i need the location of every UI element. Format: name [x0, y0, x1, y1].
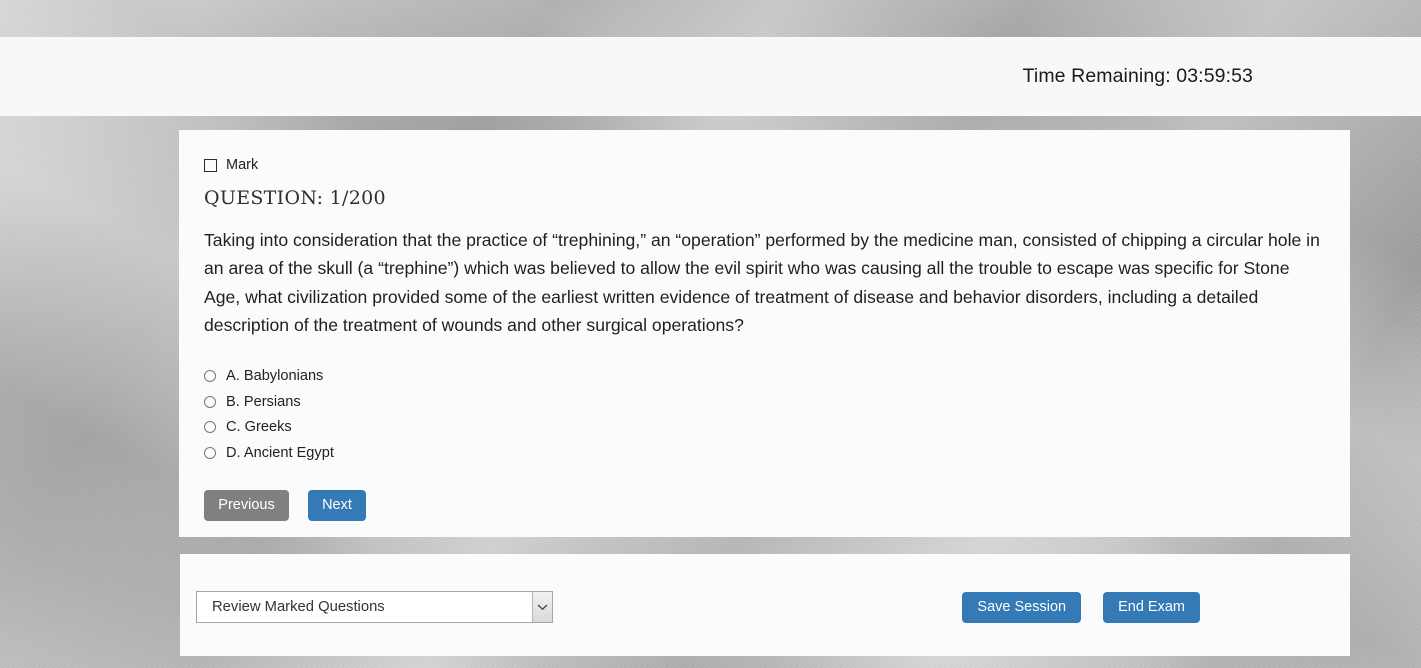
time-remaining-label: Time Remaining: 03:59:53: [1022, 65, 1253, 87]
mark-question-row[interactable]: Mark: [204, 156, 1325, 174]
bottom-action-bar: Review Marked Questions Save Session End…: [180, 554, 1350, 656]
navigation-buttons: Previous Next: [204, 489, 1325, 521]
answer-option-label: A. Babylonians: [226, 368, 324, 385]
question-card: Mark QUESTION: 1/200 Taking into conside…: [179, 130, 1350, 537]
answer-option-c[interactable]: C. Greeks: [204, 415, 1325, 441]
previous-question-button[interactable]: Previous: [204, 489, 289, 521]
radio-unchecked-icon[interactable]: [204, 395, 216, 408]
timer-bar: Time Remaining: 03:59:53: [0, 37, 1421, 116]
question-text: Taking into consideration that the pract…: [204, 230, 1320, 336]
end-exam-button[interactable]: End Exam: [1103, 592, 1200, 623]
chevron-down-icon[interactable]: [532, 592, 552, 622]
save-session-button[interactable]: Save Session: [962, 592, 1082, 623]
review-select-value: Review Marked Questions: [212, 599, 385, 615]
answer-options-list: A. Babylonians B. Persians C. Greeks D. …: [204, 364, 1325, 466]
answer-option-label: B. Persians: [226, 393, 301, 410]
answer-option-b[interactable]: B. Persians: [204, 389, 1325, 415]
session-buttons: Save Session End Exam: [962, 592, 1200, 623]
answer-option-label: C. Greeks: [226, 419, 292, 436]
radio-unchecked-icon[interactable]: [204, 421, 216, 434]
next-question-button[interactable]: Next: [308, 489, 366, 521]
review-marked-questions-select[interactable]: Review Marked Questions: [196, 591, 553, 623]
mark-label: Mark: [226, 157, 259, 173]
answer-option-a[interactable]: A. Babylonians: [204, 364, 1325, 390]
answer-option-label: D. Ancient Egypt: [226, 444, 334, 461]
radio-unchecked-icon[interactable]: [204, 370, 216, 383]
answer-option-d[interactable]: D. Ancient Egypt: [204, 440, 1325, 466]
question-number: QUESTION: 1/200: [204, 187, 386, 209]
radio-unchecked-icon[interactable]: [204, 446, 216, 459]
checkbox-unchecked-icon[interactable]: [204, 158, 217, 172]
